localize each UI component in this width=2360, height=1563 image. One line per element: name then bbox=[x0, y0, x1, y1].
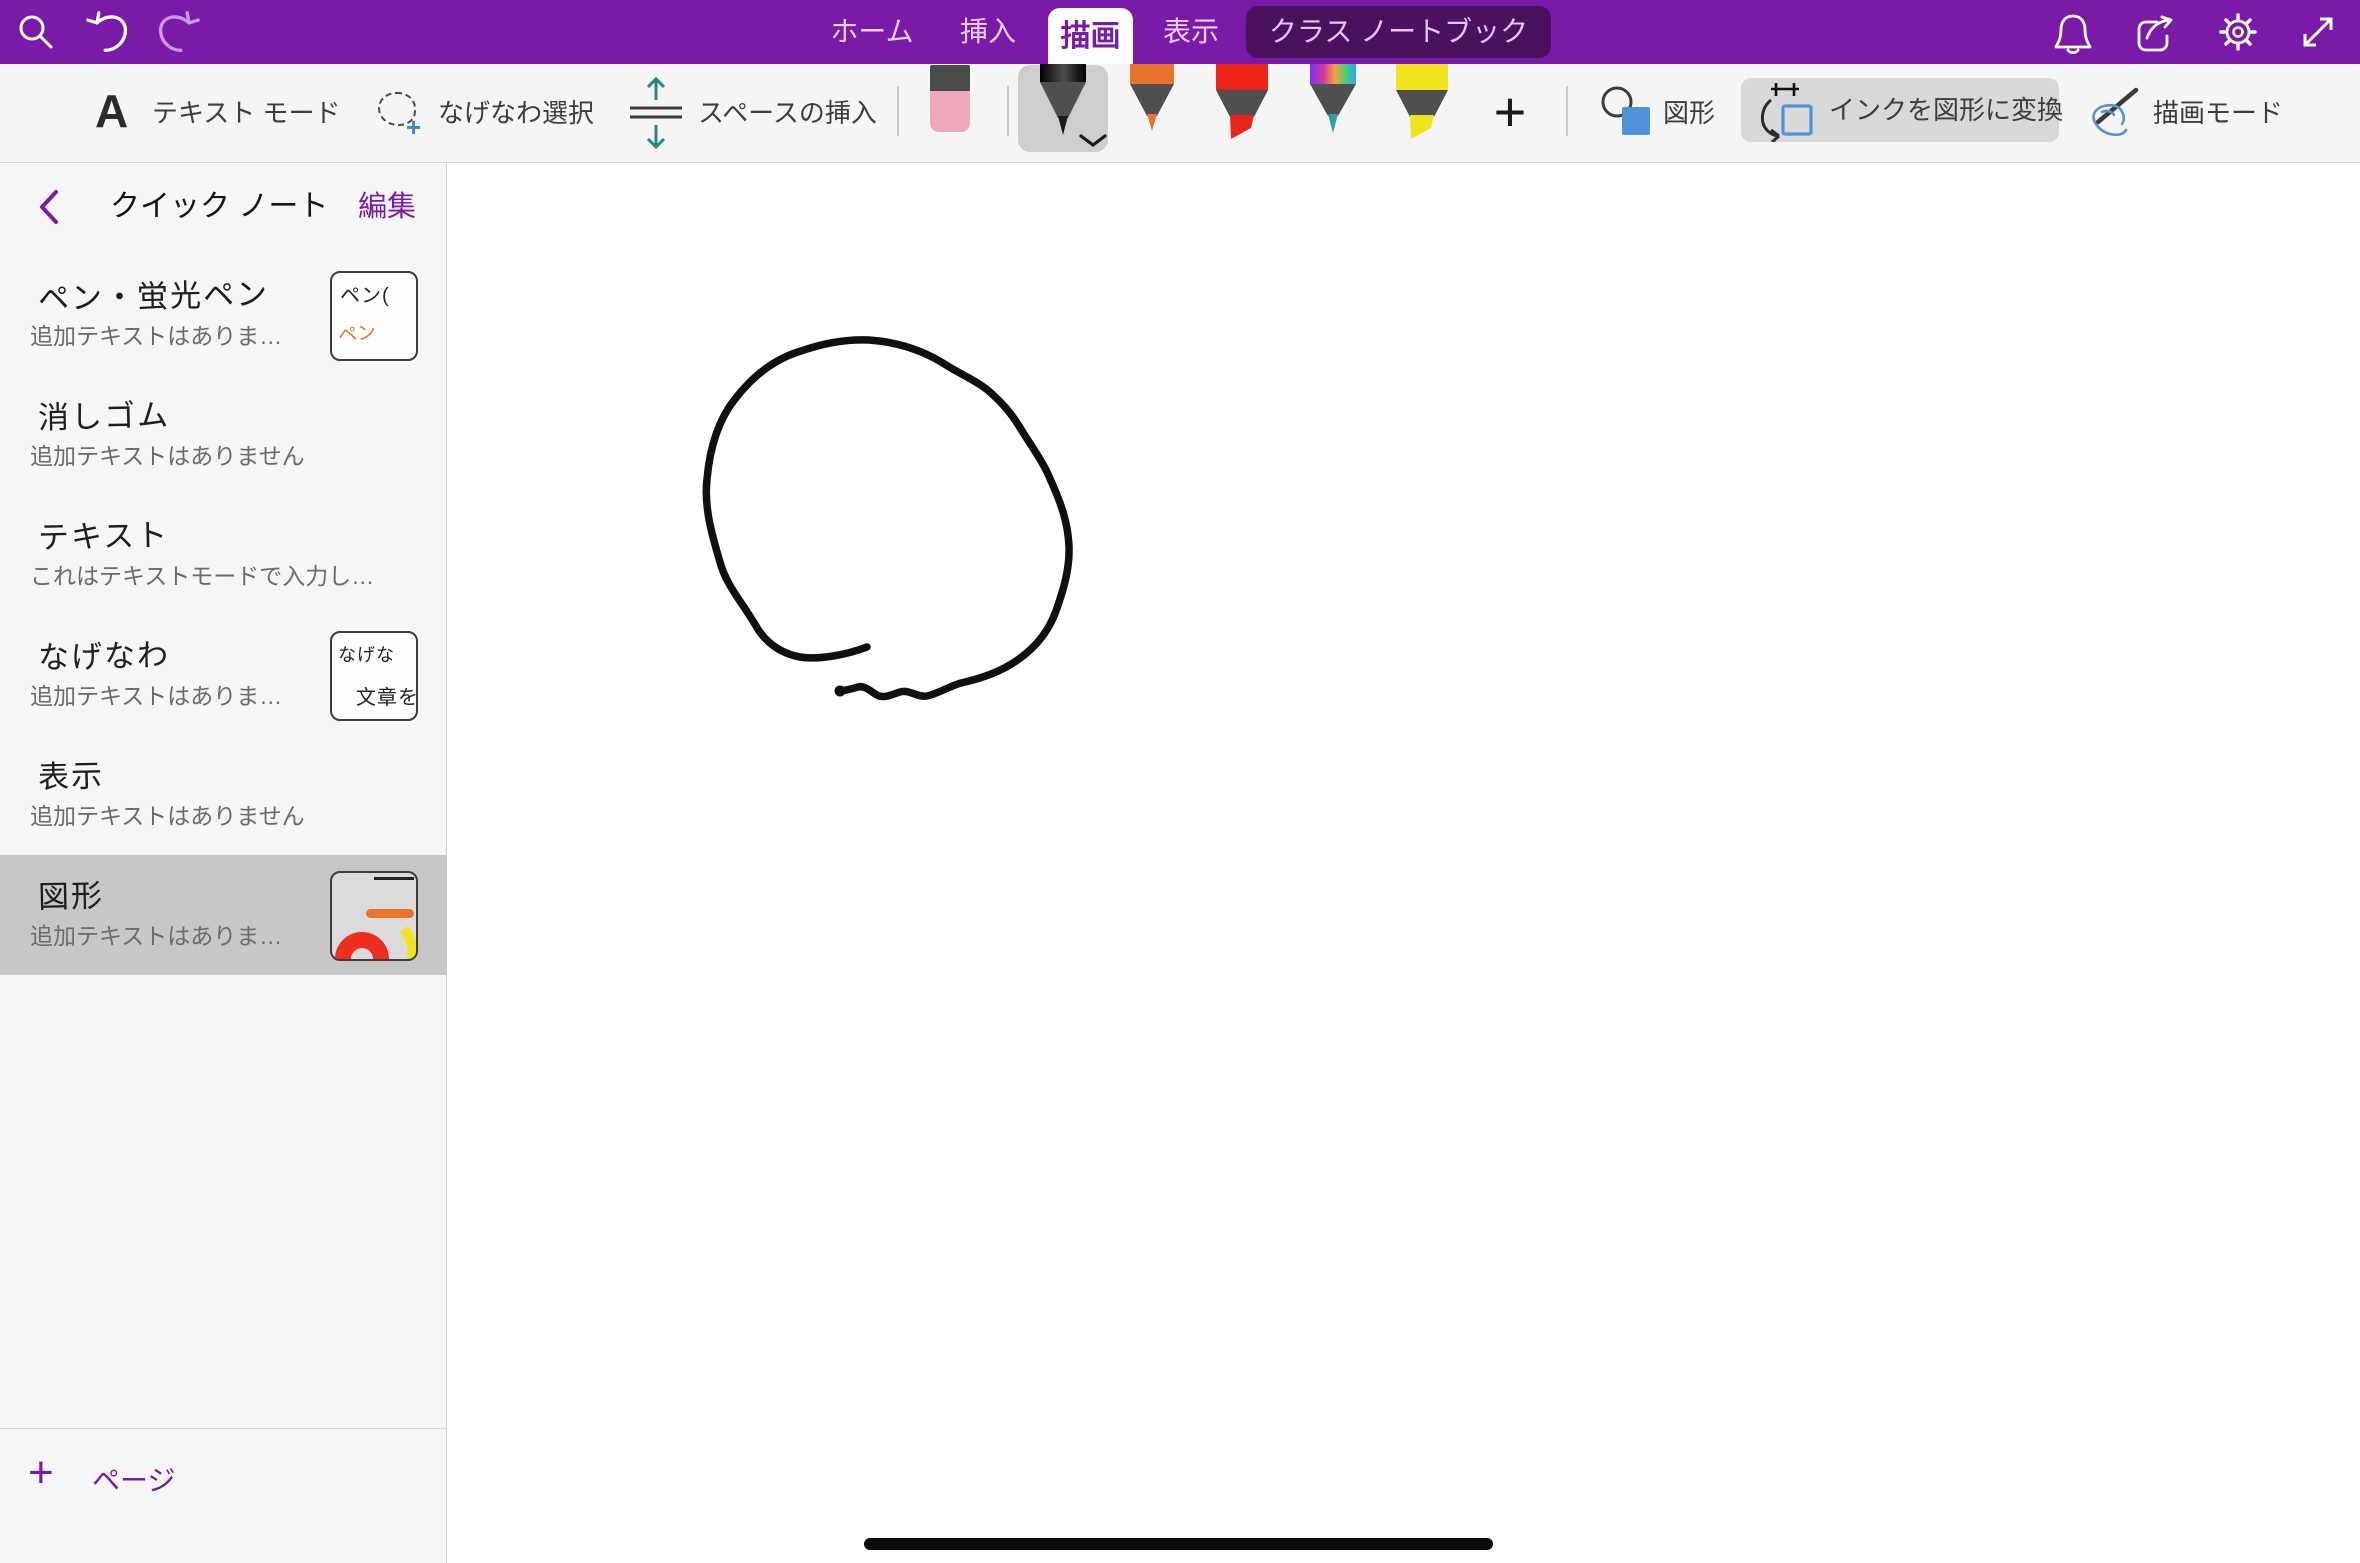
thumbnail-ink-text: ペン( bbox=[340, 279, 390, 308]
page-list-item-shapes-selected[interactable]: 図形 追加テキストはありま… bbox=[0, 855, 447, 975]
chevron-down-icon[interactable] bbox=[1078, 133, 1108, 149]
page-title: テキスト bbox=[38, 510, 170, 558]
insert-space-button[interactable]: スペースの挿入 bbox=[698, 64, 877, 163]
section-title: クイック ノート bbox=[110, 164, 328, 250]
onenote-app-window: ホーム 挿入 描画 表示 クラス ノートブック bbox=[0, 0, 2360, 1563]
draw-mode-button[interactable]: 描画モード bbox=[2153, 64, 2283, 163]
search-icon[interactable] bbox=[14, 10, 58, 54]
rainbow-galaxy-pen-icon[interactable] bbox=[1310, 64, 1356, 134]
ink-to-shape-label: インクを図形に変換 bbox=[1829, 78, 2063, 142]
tab-home[interactable]: ホーム bbox=[830, 0, 913, 64]
page-list-item-lasso[interactable]: なげなわ 追加テキストはありま… なげな 文章を bbox=[0, 615, 447, 735]
page-subtitle: 追加テキストはありません bbox=[30, 797, 305, 831]
ink-to-shape-icon bbox=[1757, 80, 1817, 142]
plus-icon: + bbox=[28, 1451, 54, 1495]
page-list-item-view[interactable]: 表示 追加テキストはありません bbox=[0, 735, 447, 855]
page-thumbnail bbox=[330, 871, 418, 961]
page-title: ペン・蛍光ペン bbox=[38, 269, 270, 319]
eraser-tool[interactable] bbox=[930, 65, 970, 133]
back-chevron-icon[interactable] bbox=[34, 188, 62, 226]
top-app-bar: ホーム 挿入 描画 表示 クラス ノートブック bbox=[0, 0, 2360, 64]
page-title: なげなわ bbox=[38, 630, 171, 678]
redo-icon[interactable] bbox=[156, 10, 200, 54]
thumbnail-ink-text: なげな bbox=[338, 641, 395, 667]
tab-draw-selected[interactable]: 描画 bbox=[1048, 8, 1133, 64]
page-thumbnail: ペン( ペン bbox=[330, 271, 418, 361]
red-highlighter-icon[interactable] bbox=[1216, 64, 1268, 140]
page-list-sidebar: クイック ノート 編集 ペン・蛍光ペン 追加テキストはありま… ペン( ペン 消… bbox=[0, 164, 447, 1563]
text-mode-a-icon[interactable]: A bbox=[95, 64, 128, 163]
add-page-button[interactable]: + ページ bbox=[0, 1428, 447, 1563]
page-thumbnail: なげな 文章を bbox=[330, 631, 418, 721]
draw-mode-hand-pen-icon[interactable] bbox=[2088, 82, 2142, 144]
thumbnail-ink-text: 文章を bbox=[356, 681, 418, 710]
undo-icon[interactable] bbox=[86, 10, 130, 54]
page-subtitle: 追加テキストはありま… bbox=[30, 677, 282, 711]
orange-pen-icon[interactable] bbox=[1130, 64, 1174, 132]
insert-space-icon[interactable] bbox=[627, 76, 685, 152]
ink-stroke-circle[interactable] bbox=[690, 330, 1090, 720]
toolbar-separator bbox=[1007, 86, 1009, 136]
notifications-bell-icon[interactable] bbox=[2051, 10, 2095, 54]
page-title: 消しゴム bbox=[38, 390, 171, 438]
page-list-item-pen[interactable]: ペン・蛍光ペン 追加テキストはありま… ペン( ペン bbox=[0, 255, 447, 375]
yellow-highlighter-icon[interactable] bbox=[1396, 64, 1448, 140]
black-pen-icon[interactable] bbox=[1040, 64, 1086, 136]
page-list-item-text[interactable]: テキスト これはテキストモードで入力し… bbox=[0, 495, 447, 615]
thumbnail-shapes-drawing bbox=[332, 873, 416, 959]
tab-class-notebook[interactable]: クラス ノートブック bbox=[1246, 6, 1551, 58]
fullscreen-expand-icon[interactable] bbox=[2296, 10, 2340, 54]
ink-to-shape-button[interactable]: インクを図形に変換 bbox=[1741, 78, 2059, 142]
page-subtitle: 追加テキストはありま… bbox=[30, 317, 282, 351]
share-icon[interactable] bbox=[2133, 10, 2177, 54]
page-list-item-eraser[interactable]: 消しゴム 追加テキストはありません bbox=[0, 375, 447, 495]
lasso-plus-glyph: + bbox=[406, 114, 421, 140]
toolbar-separator bbox=[897, 86, 899, 136]
add-page-label: ページ bbox=[92, 1459, 175, 1499]
lasso-select-icon[interactable]: + bbox=[378, 92, 416, 126]
page-subtitle: 追加テキストはありま… bbox=[30, 917, 282, 951]
shapes-icon[interactable] bbox=[1600, 83, 1656, 141]
page-title: 表示 bbox=[38, 750, 105, 796]
text-mode-button[interactable]: テキスト モード bbox=[152, 64, 340, 163]
page-title: 図形 bbox=[38, 870, 105, 916]
shapes-button[interactable]: 図形 bbox=[1663, 64, 1715, 163]
tab-insert[interactable]: 挿入 bbox=[960, 0, 1016, 64]
home-indicator-bar[interactable] bbox=[864, 1538, 1493, 1550]
add-pen-button[interactable]: + bbox=[1460, 64, 1560, 163]
toolbar-separator bbox=[1566, 86, 1568, 136]
edit-button[interactable]: 編集 bbox=[358, 164, 416, 250]
page-subtitle: これはテキストモードで入力し… bbox=[30, 557, 374, 591]
tab-view[interactable]: 表示 bbox=[1163, 0, 1219, 64]
thumbnail-ink-text-orange: ペン bbox=[337, 317, 378, 348]
page-subtitle: 追加テキストはありません bbox=[30, 437, 305, 471]
lasso-select-button[interactable]: なげなわ選択 bbox=[438, 64, 594, 163]
settings-gear-icon[interactable] bbox=[2216, 10, 2260, 54]
